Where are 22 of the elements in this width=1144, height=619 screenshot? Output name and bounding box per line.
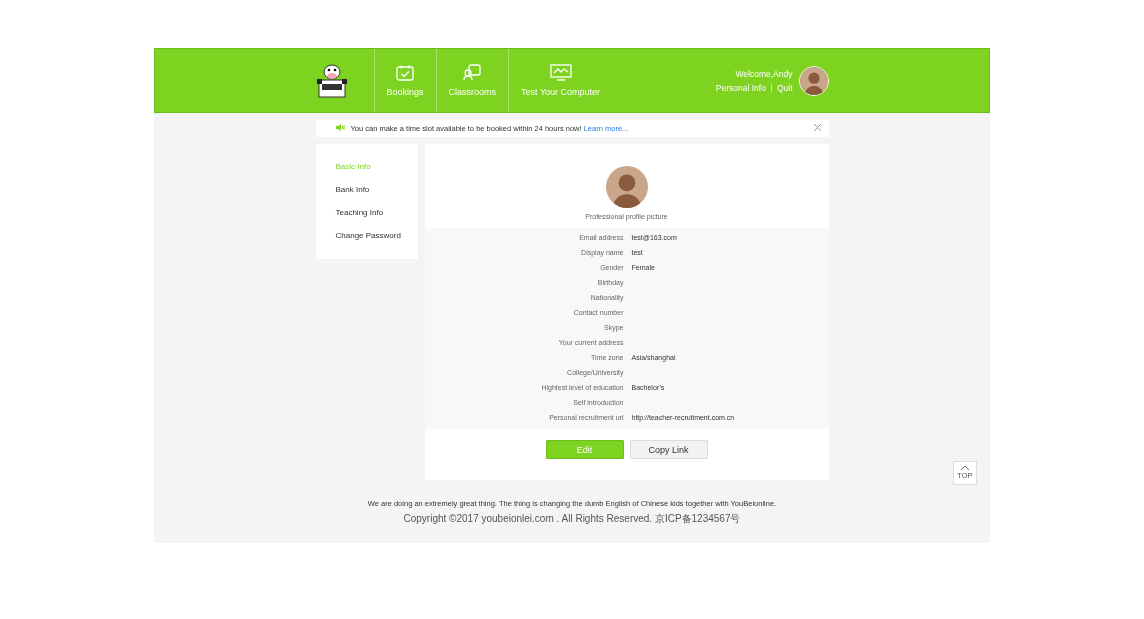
nav-tab[interactable]: Bookings <box>373 49 436 112</box>
copyright-text: Copyright ©2017 youbeionlei.com . All Rights Reserved. 京ICP备1234567号 <box>403 512 741 526</box>
copy-link-button[interactable]: Copy Link <box>629 440 708 459</box>
nav-tab[interactable]: Classrooms <box>435 49 509 112</box>
monitor-icon <box>549 64 572 81</box>
chevron-up-icon <box>961 466 969 470</box>
nav-tab[interactable]: Test Your Computer <box>508 49 613 112</box>
welcome-text: Welcome,Andy <box>735 68 793 79</box>
edit-button[interactable]: Edit <box>545 440 624 459</box>
megaphone-icon <box>335 124 345 131</box>
header-link[interactable]: Personal Info <box>715 82 766 93</box>
calendar-icon <box>396 64 414 81</box>
avatar[interactable] <box>798 65 829 96</box>
profile-photo-placeholder <box>605 166 648 208</box>
sidebar-item[interactable]: Teaching Info <box>335 208 418 218</box>
sidebar-item[interactable]: Change Password <box>335 231 418 241</box>
cow-logo-drawing <box>315 62 348 99</box>
header-link[interactable]: Quit <box>776 82 793 93</box>
users-icon <box>463 64 482 81</box>
close-icon[interactable] <box>813 124 821 131</box>
sidebar-item[interactable]: Bank Info <box>335 185 418 195</box>
sidebar-item[interactable]: Basic Info <box>335 162 418 172</box>
